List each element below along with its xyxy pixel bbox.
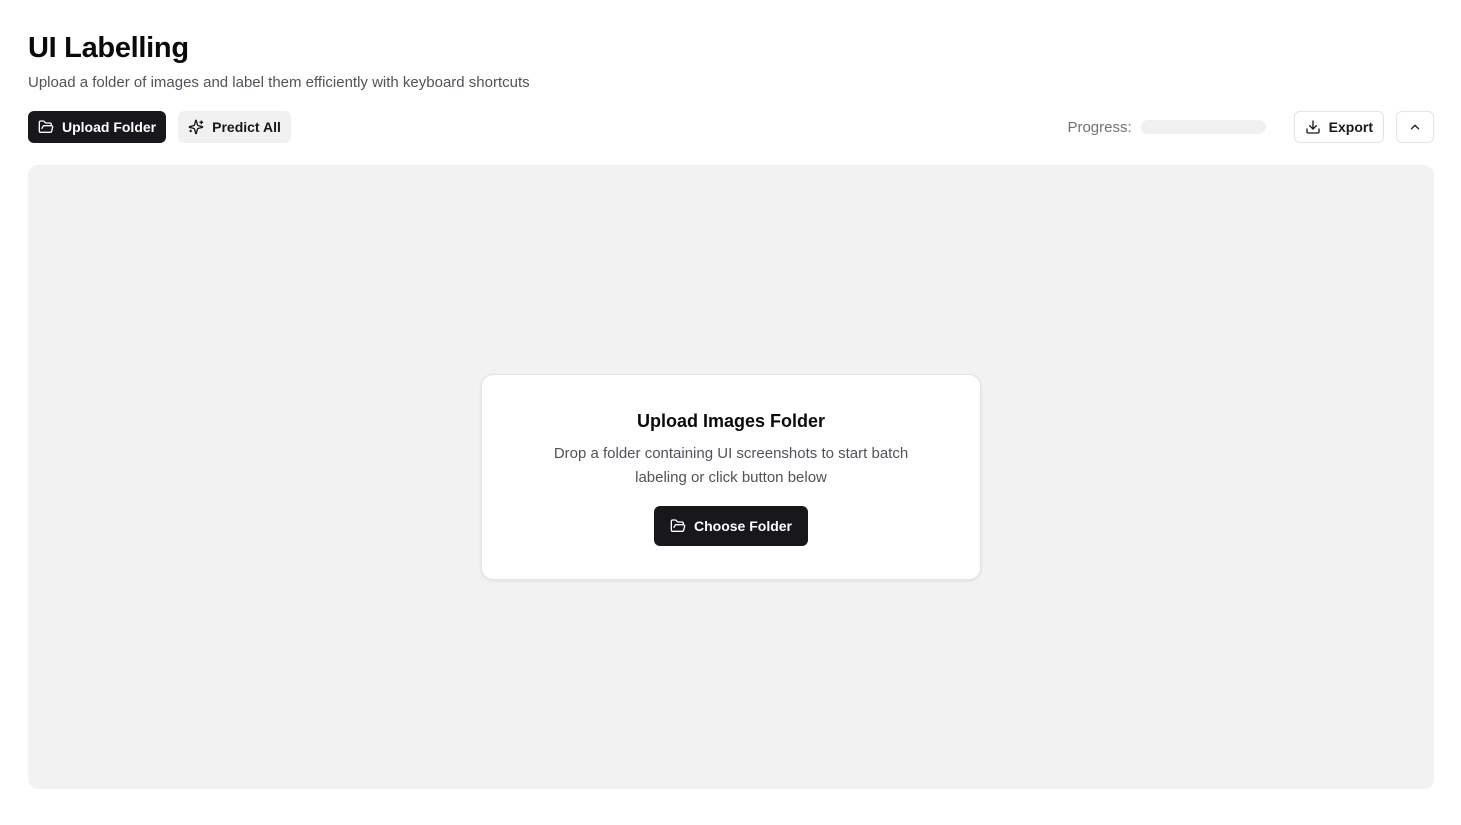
download-icon [1305, 119, 1321, 135]
page-subtitle: Upload a folder of images and label them… [28, 74, 530, 91]
upload-card: Upload Images Folder Drop a folder conta… [481, 374, 981, 580]
page-header: UI Labelling Upload a folder of images a… [28, 0, 1434, 93]
folder-open-icon [670, 518, 686, 534]
folder-dropzone[interactable]: Upload Images Folder Drop a folder conta… [28, 165, 1434, 789]
progress-label: Progress: [1067, 118, 1132, 136]
export-button[interactable]: Export [1293, 111, 1384, 143]
page-title: UI Labelling [28, 32, 189, 64]
toolbar-right: Progress: Export [1067, 111, 1434, 143]
predict-all-button[interactable]: Predict All [178, 111, 291, 143]
upload-folder-label: Upload Folder [62, 119, 157, 135]
progress-bar [1140, 120, 1266, 134]
export-label: Export [1328, 119, 1373, 135]
toolbar: Upload Folder Predict All Progress: Expo… [28, 111, 1434, 143]
upload-card-title: Upload Images Folder [636, 411, 826, 431]
sparkles-icon [188, 119, 204, 135]
folder-open-icon [38, 119, 54, 135]
chevron-up-icon [1408, 120, 1422, 134]
choose-folder-button[interactable]: Choose Folder [653, 506, 808, 546]
upload-folder-button[interactable]: Upload Folder [28, 111, 167, 143]
choose-folder-label: Choose Folder [693, 518, 792, 534]
page: UI Labelling Upload a folder of images a… [0, 0, 1461, 825]
collapse-button[interactable] [1396, 111, 1434, 143]
upload-card-description: Drop a folder containing UI screenshots … [553, 445, 909, 486]
predict-all-label: Predict All [212, 119, 281, 135]
